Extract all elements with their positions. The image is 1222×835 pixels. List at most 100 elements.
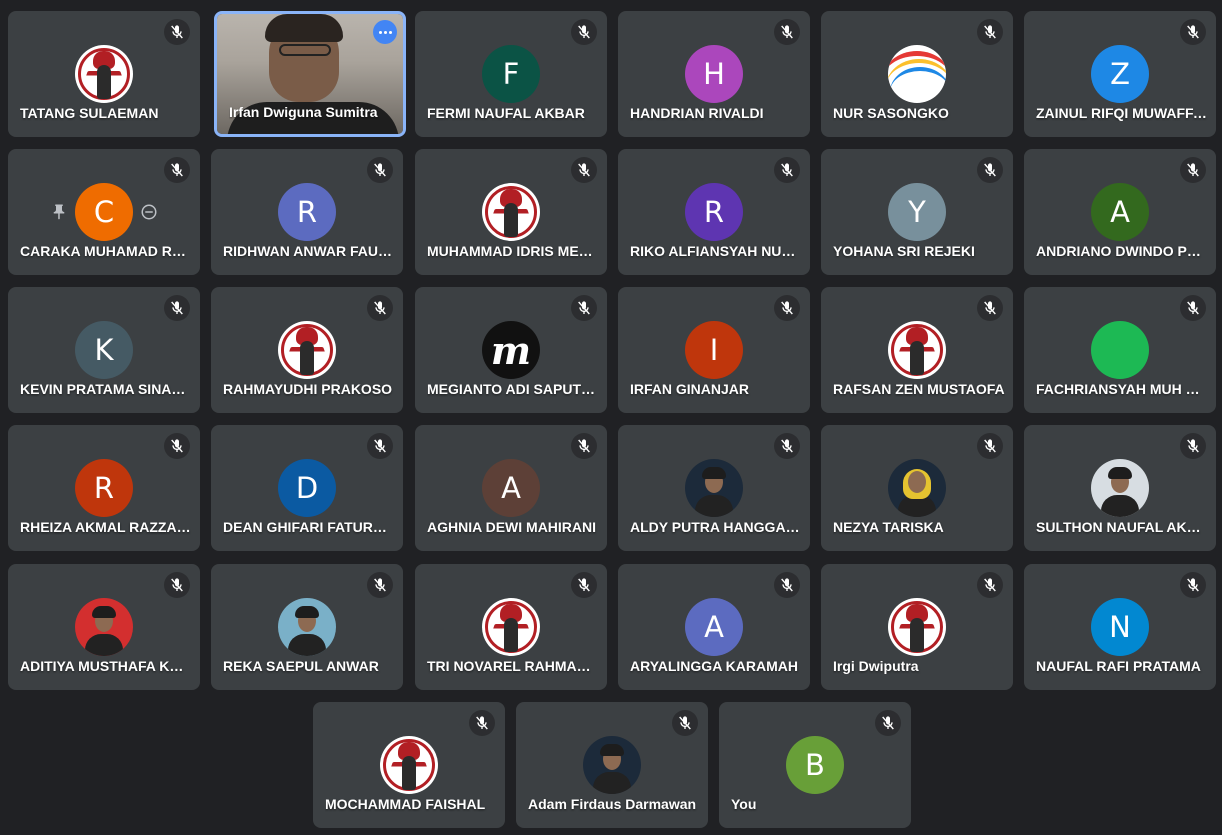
participant-tile[interactable]: A AGHNIA DEWI MAHIRANI bbox=[415, 425, 607, 551]
avatar-initial: H bbox=[703, 57, 725, 91]
participant-tile[interactable]: B You bbox=[719, 702, 911, 828]
mic-off-icon bbox=[774, 157, 800, 183]
mic-off-icon bbox=[571, 572, 597, 598]
participant-tile[interactable]: Z ZAINUL RIFQI MUWAFFAQ bbox=[1024, 11, 1216, 137]
participant-tile[interactable]: m MEGIANTO ADI SAPUTRA bbox=[415, 287, 607, 413]
mic-off-icon bbox=[164, 19, 190, 45]
participant-name: Irgi Dwiputra bbox=[833, 658, 919, 674]
avatar-initial: F bbox=[502, 57, 520, 91]
participant-tile[interactable]: TRI NOVAREL RAHMADANI bbox=[415, 564, 607, 690]
mic-off-icon bbox=[977, 295, 1003, 321]
participant-tile[interactable]: A ARYALINGGA KARAMAH bbox=[618, 564, 810, 690]
participant-name: DEAN GHIFARI FATURRAHMAN bbox=[223, 519, 395, 535]
participant-tile[interactable]: A ANDRIANO DWINDO PUTRA bbox=[1024, 149, 1216, 275]
mic-off-icon bbox=[164, 295, 190, 321]
participant-name: TATANG SULAEMAN bbox=[20, 105, 159, 121]
participant-avatar: K bbox=[75, 321, 133, 379]
participant-avatar bbox=[888, 45, 946, 103]
participant-tile[interactable]: K KEVIN PRATAMA SINAGA bbox=[8, 287, 200, 413]
participant-name: FERMI NAUFAL AKBAR bbox=[427, 105, 585, 121]
participant-tile[interactable]: RAHMAYUDHI PRAKOSO bbox=[211, 287, 403, 413]
mic-off-icon bbox=[164, 572, 190, 598]
participant-name: You bbox=[731, 796, 757, 812]
participant-name: KEVIN PRATAMA SINAGA bbox=[20, 381, 192, 397]
participant-tile[interactable]: RAFSAN ZEN MUSTAOFA bbox=[821, 287, 1013, 413]
participant-tile[interactable]: R RIKO ALFIANSYAH NUGRAHA bbox=[618, 149, 810, 275]
pin-icon[interactable] bbox=[48, 201, 70, 223]
participant-avatar: R bbox=[75, 459, 133, 517]
participant-name: ADITIYA MUSTHAFA KAMAL bbox=[20, 658, 192, 674]
participant-avatar: F bbox=[482, 45, 540, 103]
participant-avatar: A bbox=[482, 459, 540, 517]
participant-tile[interactable]: R RHEIZA AKMAL RAZZAKY bbox=[8, 425, 200, 551]
participant-tile[interactable]: ALDY PUTRA HANGGARA bbox=[618, 425, 810, 551]
mic-off-icon bbox=[571, 19, 597, 45]
participant-name: MUHAMMAD IDRIS MERDEKA bbox=[427, 243, 599, 259]
mic-off-icon bbox=[1180, 572, 1206, 598]
participant-tile[interactable]: NUR SASONGKO bbox=[821, 11, 1013, 137]
avatar-initial: R bbox=[93, 471, 115, 505]
avatar-initial: K bbox=[94, 333, 114, 367]
mic-off-icon bbox=[774, 19, 800, 45]
mic-off-icon bbox=[367, 295, 393, 321]
participant-tile[interactable]: R RIDHWAN ANWAR FAUZAN bbox=[211, 149, 403, 275]
participant-avatar bbox=[482, 183, 540, 241]
mic-off-icon bbox=[774, 295, 800, 321]
mic-off-icon bbox=[774, 433, 800, 459]
participant-tile[interactable]: MUHAMMAD IDRIS MERDEKA bbox=[415, 149, 607, 275]
mic-off-icon bbox=[1180, 19, 1206, 45]
more-options-button[interactable] bbox=[373, 20, 397, 44]
participant-avatar: H bbox=[685, 45, 743, 103]
remove-icon[interactable] bbox=[138, 201, 160, 223]
participant-tile[interactable]: Y YOHANA SRI REJEKI bbox=[821, 149, 1013, 275]
participant-avatar bbox=[278, 598, 336, 656]
participant-tile[interactable]: SULTHON NAUFAL AKMAL bbox=[1024, 425, 1216, 551]
participant-tile[interactable]: CCARAKA MUHAMAD RAMADHAN bbox=[8, 149, 200, 275]
avatar-initial: Z bbox=[1110, 57, 1130, 91]
participant-avatar bbox=[278, 321, 336, 379]
avatar-initial: R bbox=[703, 195, 725, 229]
mic-off-icon bbox=[571, 295, 597, 321]
participant-avatar bbox=[888, 598, 946, 656]
participant-name: Irfan Dwiguna Sumitra bbox=[229, 104, 378, 120]
participant-tile[interactable]: Irgi Dwiputra bbox=[821, 564, 1013, 690]
participant-avatar bbox=[75, 45, 133, 103]
participant-tile[interactable]: MOCHAMMAD FAISHAL bbox=[313, 702, 505, 828]
avatar-initial: B bbox=[805, 748, 825, 782]
participant-name: AGHNIA DEWI MAHIRANI bbox=[427, 519, 597, 535]
participant-tile[interactable]: I IRFAN GINANJAR bbox=[618, 287, 810, 413]
participant-tile[interactable]: NEZYA TARISKA bbox=[821, 425, 1013, 551]
participant-tile[interactable]: REKA SAEPUL ANWAR bbox=[211, 564, 403, 690]
participant-tile[interactable]: Adam Firdaus Darmawan bbox=[516, 702, 708, 828]
participant-tile[interactable]: N NAUFAL RAFI PRATAMA bbox=[1024, 564, 1216, 690]
participant-tile[interactable]: ADITIYA MUSTHAFA KAMAL bbox=[8, 564, 200, 690]
participant-avatar bbox=[482, 598, 540, 656]
participant-avatar bbox=[888, 459, 946, 517]
participant-avatar: R bbox=[685, 183, 743, 241]
avatar-initial: I bbox=[709, 333, 719, 367]
participant-avatar bbox=[1091, 321, 1149, 379]
mic-off-icon bbox=[977, 19, 1003, 45]
participant-tile[interactable]: TATANG SULAEMAN bbox=[8, 11, 200, 137]
avatar-initial: A bbox=[704, 610, 724, 644]
participant-tile[interactable]: Irfan Dwiguna Sumitra bbox=[214, 11, 406, 137]
participant-name: REKA SAEPUL ANWAR bbox=[223, 658, 379, 674]
participant-tile[interactable]: FACHRIANSYAH MUH NUR bbox=[1024, 287, 1216, 413]
avatar-initial: Y bbox=[908, 195, 926, 229]
participant-name: RIDHWAN ANWAR FAUZAN bbox=[223, 243, 395, 259]
avatar-initial: A bbox=[501, 471, 521, 505]
mic-off-icon bbox=[1180, 295, 1206, 321]
participant-name: FACHRIANSYAH MUH NUR bbox=[1036, 381, 1208, 397]
mic-off-icon bbox=[977, 572, 1003, 598]
participant-avatar: I bbox=[685, 321, 743, 379]
mic-off-icon bbox=[1180, 157, 1206, 183]
participant-avatar: m bbox=[482, 321, 540, 379]
participant-name: HANDRIAN RIVALDI bbox=[630, 105, 764, 121]
avatar-initial: A bbox=[1110, 195, 1130, 229]
mic-off-icon bbox=[774, 572, 800, 598]
participant-tile[interactable]: H HANDRIAN RIVALDI bbox=[618, 11, 810, 137]
participant-tile[interactable]: D DEAN GHIFARI FATURRAHMAN bbox=[211, 425, 403, 551]
participant-name: IRFAN GINANJAR bbox=[630, 381, 750, 397]
participant-tile[interactable]: F FERMI NAUFAL AKBAR bbox=[415, 11, 607, 137]
participant-avatar bbox=[888, 321, 946, 379]
